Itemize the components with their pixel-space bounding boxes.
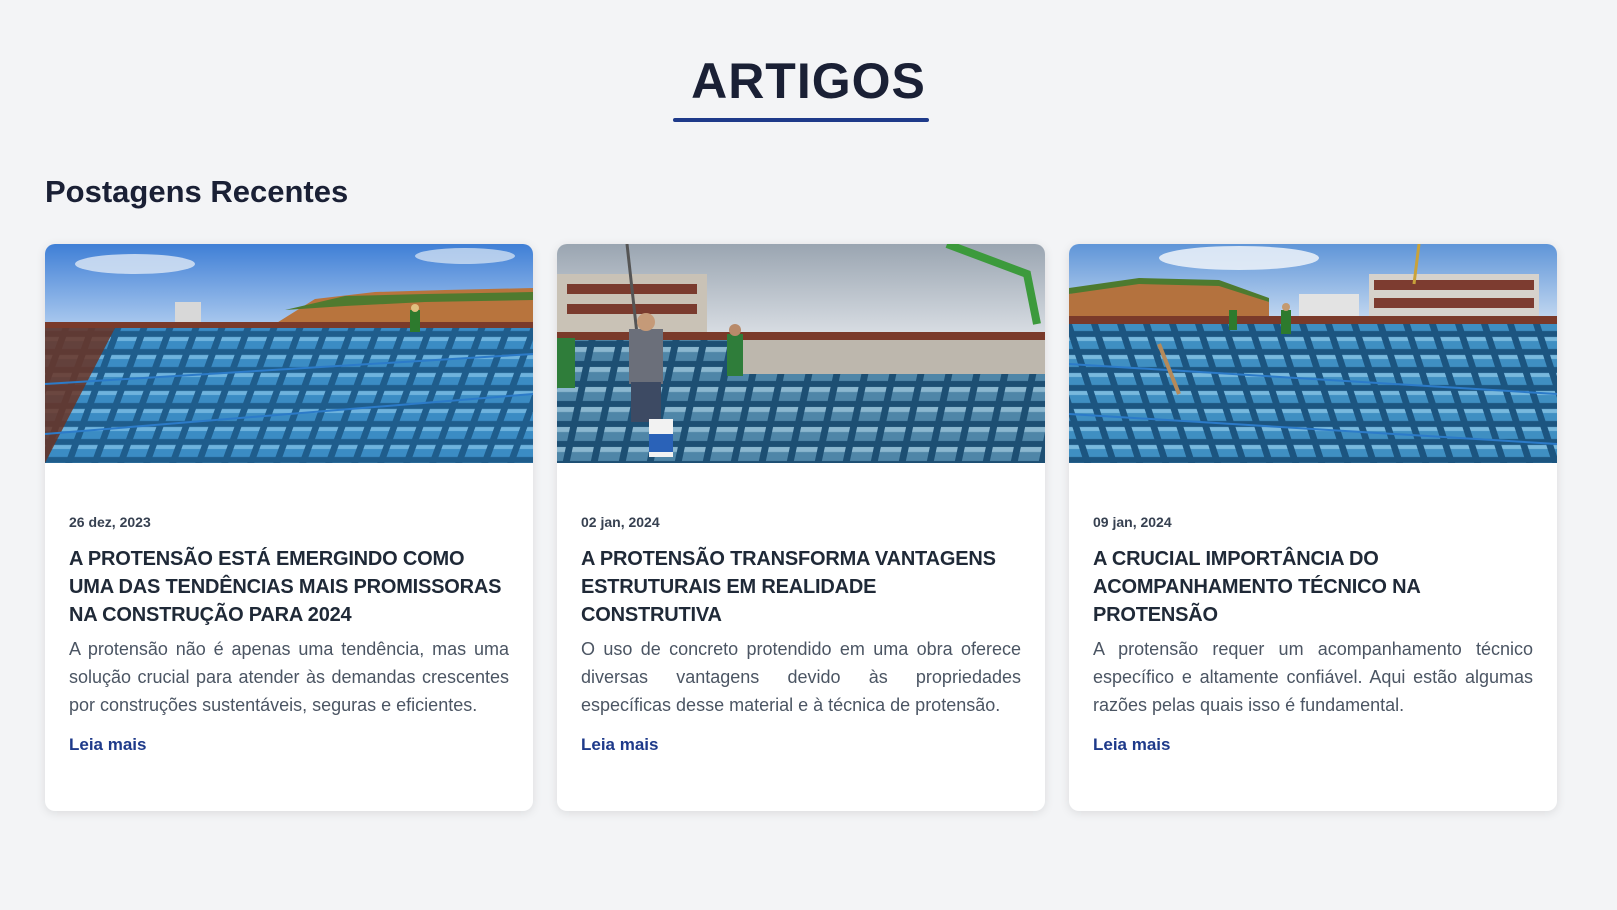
post-title[interactable]: A CRUCIAL IMPORTÂNCIA DO ACOMPANHAMENTO … — [1093, 545, 1533, 629]
read-more-link[interactable]: Leia mais — [581, 733, 659, 757]
page-title: ARTIGOS — [691, 53, 926, 109]
post-card: 02 jan, 2024 A PROTENSÃO TRANSFORMA VANT… — [557, 244, 1045, 811]
post-excerpt: A protensão não é apenas uma tendência, … — [69, 639, 509, 715]
read-more-link[interactable]: Leia mais — [69, 733, 147, 757]
post-excerpt: A protensão requer um acompanhamento téc… — [1093, 639, 1533, 715]
post-card: 26 dez, 2023 A PROTENSÃO ESTÁ EMERGINDO … — [45, 244, 533, 811]
post-card: 09 jan, 2024 A CRUCIAL IMPORTÂNCIA DO AC… — [1069, 244, 1557, 811]
post-image[interactable] — [1069, 244, 1557, 463]
post-image[interactable] — [557, 244, 1045, 463]
post-body: 26 dez, 2023 A PROTENSÃO ESTÁ EMERGINDO … — [45, 463, 533, 757]
post-body: 02 jan, 2024 A PROTENSÃO TRANSFORMA VANT… — [557, 463, 1045, 757]
section-heading: Postagens Recentes — [45, 174, 349, 209]
post-excerpt: O uso de concreto protendido em uma obra… — [581, 639, 1021, 715]
read-more-link[interactable]: Leia mais — [1093, 733, 1171, 757]
page-header: ARTIGOS — [0, 52, 1617, 110]
post-date: 26 dez, 2023 — [69, 514, 151, 530]
post-title[interactable]: A PROTENSÃO TRANSFORMA VANTAGENS ESTRUTU… — [581, 545, 1021, 629]
post-title[interactable]: A PROTENSÃO ESTÁ EMERGINDO COMO UMA DAS … — [69, 545, 509, 629]
post-image[interactable] — [45, 244, 533, 463]
post-date: 09 jan, 2024 — [1093, 514, 1172, 530]
title-underline — [673, 118, 929, 122]
post-body: 09 jan, 2024 A CRUCIAL IMPORTÂNCIA DO AC… — [1069, 463, 1557, 757]
post-date: 02 jan, 2024 — [581, 514, 660, 530]
